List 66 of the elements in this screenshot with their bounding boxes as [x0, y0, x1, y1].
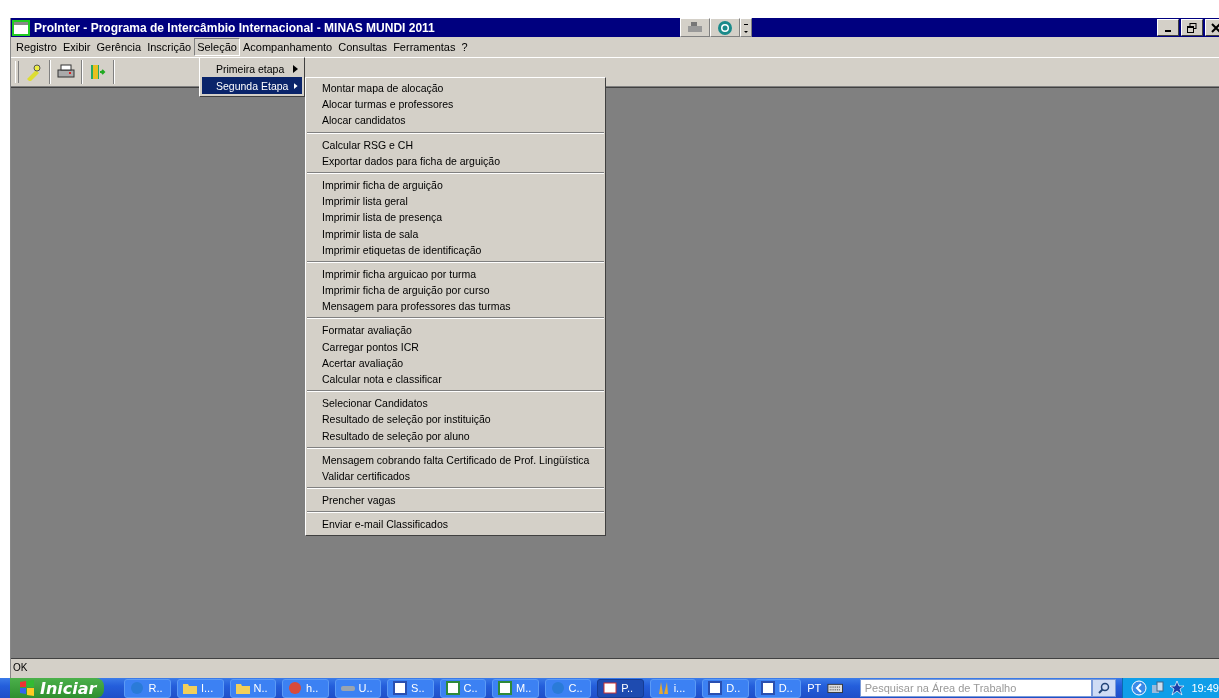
menu-item[interactable]: Imprimir lista de presença — [306, 209, 605, 226]
taskbar-button[interactable]: i... — [649, 678, 697, 698]
menu-item[interactable]: Carregar pontos ICR — [306, 338, 605, 355]
more-icon[interactable] — [740, 18, 752, 37]
status-text: OK — [13, 661, 28, 673]
windows-flag-icon — [18, 680, 36, 696]
taskbar-button[interactable]: M.. — [492, 678, 539, 698]
restore-icon — [1187, 22, 1197, 33]
menu-item[interactable]: Imprimir etiquetas de identificação — [306, 241, 605, 258]
taskbar-button[interactable]: C.. — [439, 678, 487, 698]
chevron-left-icon[interactable] — [1131, 680, 1148, 696]
taskbar-button[interactable]: U.. — [334, 678, 382, 698]
clock: 19:49 — [1191, 682, 1219, 694]
taskbar-button[interactable]: N.. — [229, 678, 277, 698]
search-button[interactable] — [1092, 679, 1117, 697]
menu-item[interactable]: Seleção — [194, 38, 240, 56]
keyboard-icon[interactable] — [827, 682, 844, 694]
menu-item[interactable]: Segunda Etapa — [202, 77, 302, 94]
menu-item[interactable]: ? — [458, 38, 471, 56]
menu-item[interactable]: Gerência — [93, 38, 145, 56]
menu-item[interactable]: Montar mapa de alocação — [306, 80, 605, 97]
network-icon[interactable] — [1151, 681, 1166, 695]
taskbar-button[interactable]: h.. — [282, 678, 329, 698]
menu-item[interactable]: Formatar avaliação — [306, 322, 605, 339]
menu-item[interactable]: Exibir — [59, 38, 94, 56]
menu-item[interactable]: Resultado de seleção por instituição — [306, 411, 605, 428]
window-title: ProInter - Programa de Intercâmbio Internacional - MINAS MUNDI 2011 — [34, 20, 436, 35]
menu-item[interactable]: Prencher vagas — [306, 492, 605, 509]
menu-item[interactable]: Imprimir lista geral — [306, 193, 605, 210]
menu-item[interactable]: Acompanhamento — [239, 38, 336, 56]
taskbar-button[interactable]: D.. — [702, 678, 749, 698]
menu-item[interactable]: Enviar e-mail Classificados — [306, 516, 605, 533]
menu-item[interactable]: Mensagem para professores das turmas — [306, 298, 605, 315]
menu-item[interactable]: Imprimir ficha arguicao por turma — [306, 265, 605, 283]
restore-button[interactable] — [1181, 19, 1203, 36]
search-field[interactable]: Pesquisar na Área de Trabalho — [859, 679, 1093, 697]
taskbar-button[interactable]: D.. — [754, 678, 802, 698]
close-icon — [1211, 22, 1219, 33]
taskbar-button[interactable]: I... — [177, 678, 224, 698]
minimize-button[interactable] — [1157, 19, 1179, 36]
language-indicator[interactable]: PT — [807, 682, 822, 694]
menu-item[interactable]: Mensagem cobrando falta Certificado de Prof. Lingüística — [306, 451, 605, 468]
menu-item[interactable]: Validar certificados — [306, 467, 605, 485]
menu-item[interactable]: Exportar dados para ficha de arguição — [306, 152, 605, 169]
menu-item[interactable]: Calcular nota e classificar — [306, 371, 605, 388]
menu-item[interactable]: Imprimir ficha de arguição — [306, 176, 605, 194]
menu-item[interactable]: Inscrição — [144, 38, 195, 56]
menu-item[interactable]: Primeira etapa — [202, 60, 302, 77]
menu-item[interactable]: Ferramentas — [390, 38, 459, 56]
taskbar-button[interactable]: S.. — [387, 678, 434, 698]
menu-item[interactable]: Resultado de seleção por aluno — [306, 427, 605, 444]
menu-item[interactable]: Imprimir ficha de arguição por curso — [306, 282, 605, 299]
menu-item[interactable]: Acertar avaliação — [306, 354, 605, 371]
menu-item[interactable]: Imprimir lista de sala — [306, 225, 605, 242]
star-icon[interactable] — [1169, 680, 1186, 696]
minimize-icon — [1165, 30, 1171, 32]
menu-item[interactable]: Alocar candidatos — [306, 112, 605, 129]
menu-item[interactable]: Selecionar Candidatos — [306, 395, 605, 412]
menu-item[interactable]: Consultas — [335, 38, 391, 56]
taskbar-button[interactable]: P.. — [597, 678, 644, 698]
menu-item[interactable]: Calcular RSG e CH — [306, 136, 605, 153]
taskbar-button[interactable]: R.. — [124, 678, 171, 698]
taskbar-button[interactable]: C.. — [544, 678, 592, 698]
search-icon — [1098, 682, 1111, 694]
menu-item[interactable]: Alocar turmas e professores — [306, 96, 605, 113]
menu-item[interactable]: Registro — [13, 38, 60, 56]
